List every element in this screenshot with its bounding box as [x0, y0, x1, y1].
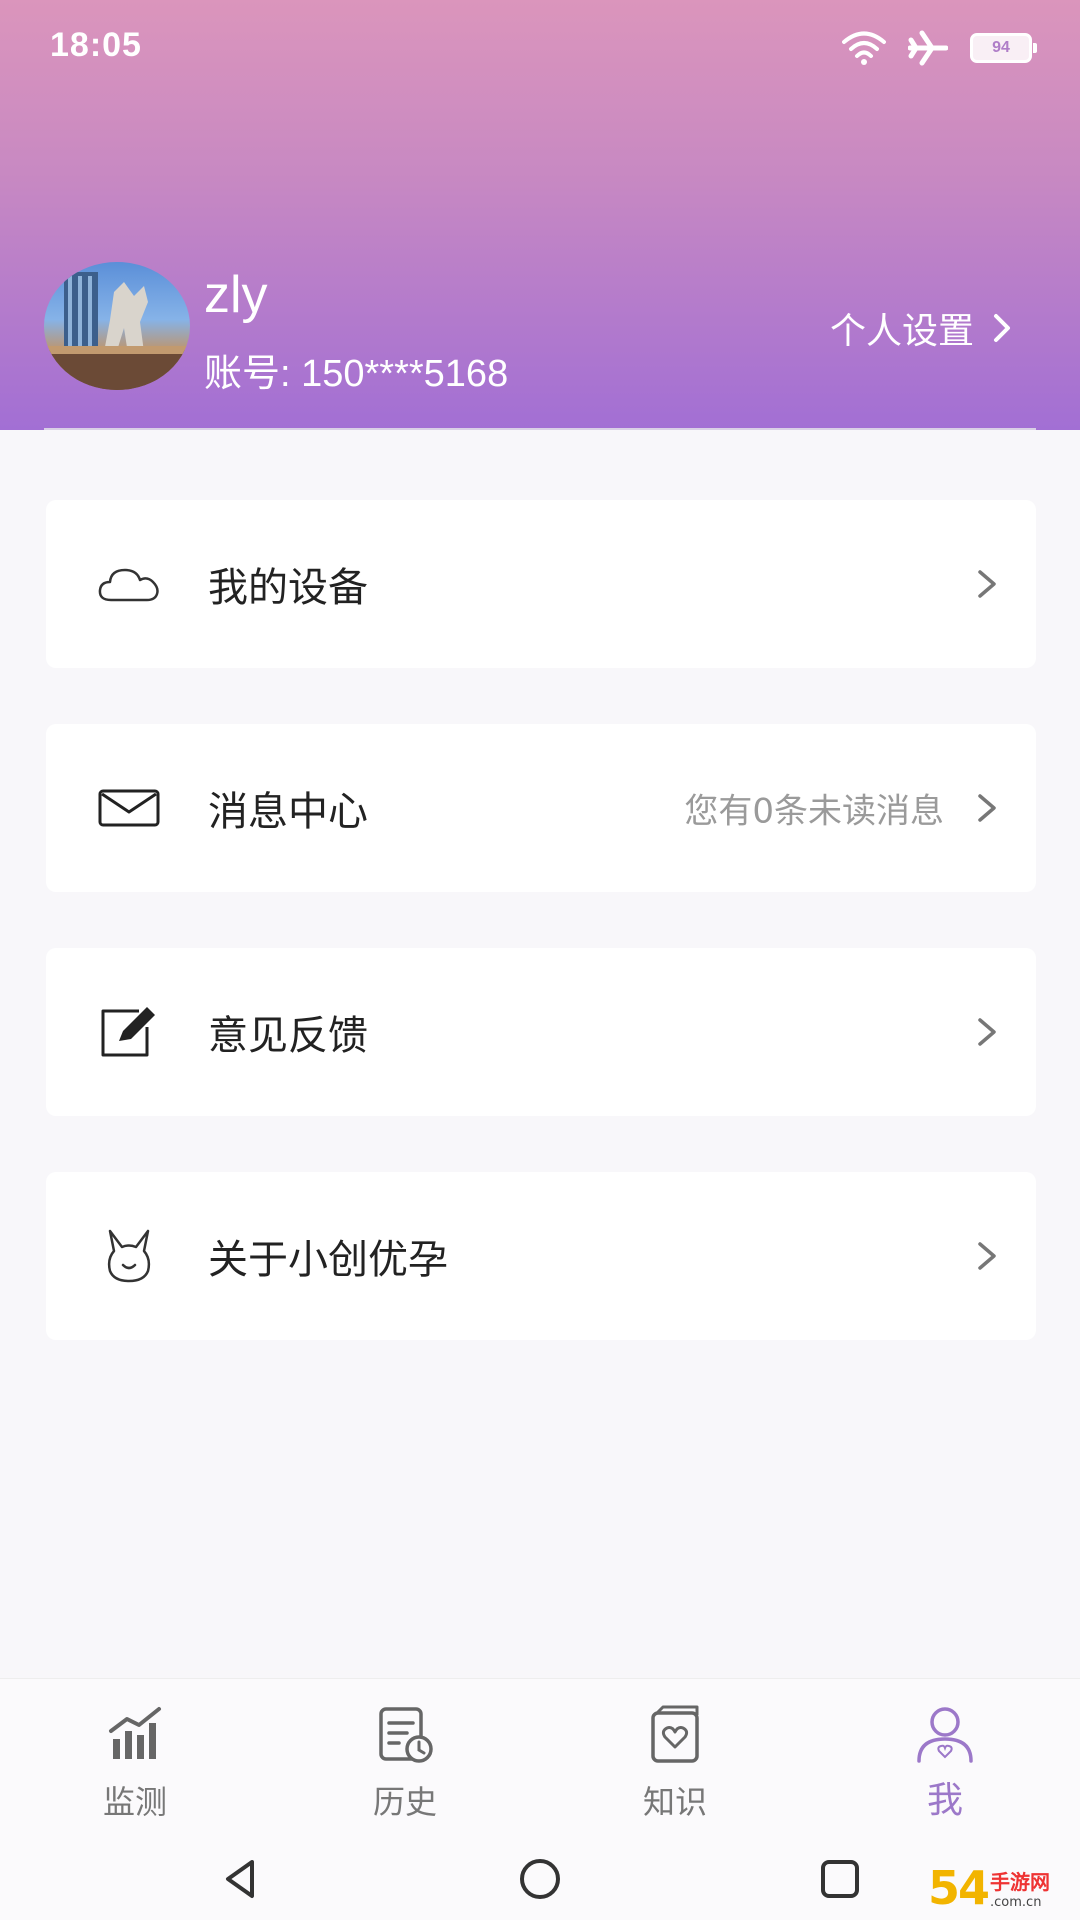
history-icon: [379, 1707, 433, 1763]
chevron-right-icon: [994, 314, 1010, 342]
menu-item-feedback[interactable]: 意见反馈: [46, 948, 1036, 1116]
menu-item-about[interactable]: 关于小创优孕: [46, 1172, 1036, 1340]
watermark-logo: 54 手游网 .com.cn: [928, 1858, 1078, 1918]
home-icon[interactable]: [517, 1856, 563, 1902]
watermark-main: 54: [928, 1861, 990, 1915]
bottom-nav: 监测 历史 知识 我: [0, 1678, 1080, 1839]
unread-messages-hint: 您有0条未读消息: [684, 791, 944, 832]
chevron-right-icon: [978, 794, 996, 822]
avatar[interactable]: [44, 262, 190, 390]
status-icons: 94: [842, 28, 1037, 68]
watermark-domain: .com.cn: [990, 1895, 1042, 1910]
status-bar: 18:05 94: [0, 0, 1080, 96]
wifi-icon: [842, 31, 886, 65]
tab-label: 知识: [642, 1783, 707, 1821]
bunny-icon: [96, 1223, 162, 1289]
menu-label: 关于小创优孕: [208, 1237, 448, 1283]
chevron-right-icon: [978, 1242, 996, 1270]
tab-history[interactable]: 历史: [305, 1679, 505, 1839]
edit-icon: [96, 999, 162, 1065]
tab-me[interactable]: 我: [845, 1679, 1045, 1839]
menu-label: 我的设备: [208, 565, 368, 611]
battery-level: 94: [992, 39, 1010, 56]
recents-icon[interactable]: [817, 1856, 863, 1902]
battery-icon: 94: [970, 33, 1037, 63]
menu-item-my-devices[interactable]: 我的设备: [46, 500, 1036, 668]
chevron-right-icon: [978, 1018, 996, 1046]
chart-icon: [109, 1707, 161, 1759]
mail-icon: [96, 775, 162, 841]
avatar-photo: [44, 272, 190, 390]
tab-label: 我: [926, 1780, 963, 1821]
cloud-icon: [96, 551, 162, 617]
status-time: 18:05: [50, 26, 142, 64]
system-nav-bar: [0, 1838, 1080, 1920]
back-icon[interactable]: [218, 1856, 264, 1902]
menu-label: 消息中心: [208, 789, 368, 835]
tab-monitor[interactable]: 监测: [35, 1679, 235, 1839]
tab-label: 监测: [102, 1783, 167, 1821]
watermark-site: 手游网: [990, 1870, 1051, 1894]
airplane-icon: [908, 30, 948, 66]
tab-label: 历史: [372, 1783, 437, 1821]
personal-settings-label: 个人设置: [829, 311, 974, 352]
tab-knowledge[interactable]: 知识: [575, 1679, 775, 1839]
personal-settings-link[interactable]: 个人设置: [830, 302, 1012, 354]
user-icon: [917, 1707, 973, 1763]
menu-label: 意见反馈: [208, 1013, 368, 1059]
account-number: 账号: 150****5168: [204, 353, 509, 395]
header-divider: [44, 428, 1036, 430]
username: zly: [204, 266, 268, 324]
profile-header: 18:05 94 zly 账号: 150****5168 个人设置: [0, 0, 1080, 430]
book-icon: [651, 1705, 699, 1763]
menu-item-message-center[interactable]: 消息中心 您有0条未读消息: [46, 724, 1036, 892]
chevron-right-icon: [978, 570, 996, 598]
